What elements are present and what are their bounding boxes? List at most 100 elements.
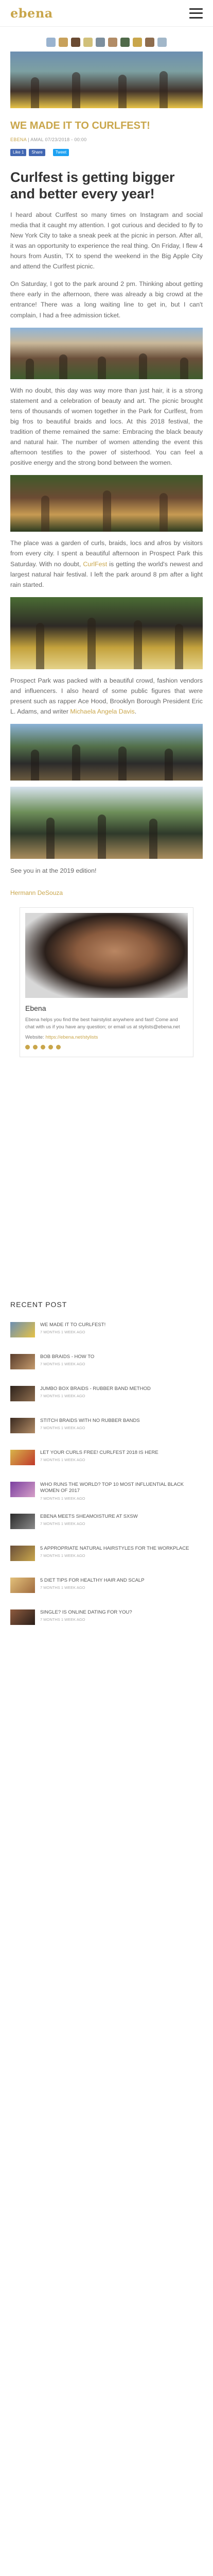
post-date: 7 MONTHS 1 WEEK AGO: [40, 1458, 85, 1463]
post-date: 7 MONTHS 1 WEEK AGO: [40, 1330, 85, 1335]
figure-silhouette: [180, 357, 188, 379]
recent-post-item[interactable]: 5 DIET TIPS FOR HEALTHY HAIR AND SCALP 7 …: [10, 1577, 203, 1599]
figure-silhouette: [31, 750, 39, 781]
post-title[interactable]: EBENA MEETS SHEAMOISTURE AT SXSW: [40, 1514, 138, 1520]
post-thumbnail[interactable]: [10, 1449, 35, 1465]
recent-post-item[interactable]: BOB BRAIDS - HOW TO 7 MONTHS 1 WEEK AGO: [10, 1353, 203, 1376]
site-header: ebena: [0, 0, 213, 27]
curlfest-link[interactable]: CurlFest: [83, 561, 107, 568]
figure-silhouette: [72, 72, 80, 108]
post-date: 7 MONTHS 1 WEEK AGO: [40, 1585, 85, 1590]
author-box: Ebena Ebena helps you find the best hair…: [20, 907, 193, 1057]
article-paragraph: On Saturday, I got to the park around 2 …: [10, 280, 203, 319]
figure-silhouette: [139, 353, 147, 379]
youtube-icon[interactable]: [48, 1044, 53, 1049]
figure-silhouette: [87, 617, 96, 669]
article-paragraph: The place was a garden of curls, braids,…: [10, 538, 203, 589]
social-icons: [25, 1044, 188, 1049]
article-headline: Curlfest is getting bigger and better ev…: [10, 169, 175, 201]
figure-silhouette: [118, 747, 127, 781]
recent-post-item[interactable]: SINGLE? IS ONLINE DATING FOR YOU? 7 MONTH…: [10, 1609, 203, 1631]
figure-silhouette: [46, 818, 55, 859]
author-bio: Ebena helps you find the best hairstylis…: [25, 1016, 180, 1030]
post-title[interactable]: WHO RUNS THE WORLD? TOP 10 MOST INFLUENT…: [40, 1482, 203, 1495]
pinterest-icon[interactable]: [56, 1044, 61, 1049]
recent-post-item[interactable]: WE MADE IT TO CURLFEST! 7 MONTHS 1 WEEK A…: [10, 1321, 203, 1344]
post-thumbnail[interactable]: [10, 1577, 35, 1593]
post-title[interactable]: BOB BRAIDS - HOW TO: [40, 1354, 94, 1361]
post-date: 7 MONTHS 1 WEEK AGO: [40, 1553, 85, 1558]
figure-silhouette: [103, 490, 111, 532]
post-thumbnail[interactable]: [10, 1513, 35, 1529]
article-byline[interactable]: Hermann DeSouza: [10, 888, 203, 898]
post-date: 7 MONTHS 1 WEEK AGO: [40, 1617, 85, 1622]
recent-post-item[interactable]: 5 APPROPRIATE NATURAL HAIRSTYLES FOR THE…: [10, 1545, 203, 1567]
article-paragraph: Prospect Park was packed with a beautifu…: [10, 675, 203, 717]
article-image: [10, 787, 203, 859]
post-thumbnail[interactable]: [10, 1321, 35, 1337]
hamburger-menu-icon[interactable]: [189, 8, 203, 19]
thumbnail[interactable]: [120, 38, 130, 47]
thumbnail[interactable]: [71, 38, 80, 47]
thumbnail[interactable]: [83, 38, 93, 47]
author-name: Ebena: [25, 1004, 46, 1012]
recent-post-item[interactable]: STITCH BRAIDS WITH NO RUBBER BANDS 7 MONT…: [10, 1417, 203, 1439]
site-logo[interactable]: ebena: [10, 4, 53, 23]
recent-post-item[interactable]: WHO RUNS THE WORLD? TOP 10 MOST INFLUENT…: [10, 1481, 203, 1503]
post-title[interactable]: STITCH BRAIDS WITH NO RUBBER BANDS: [40, 1418, 140, 1425]
article-title: WE MADE IT TO CURLFEST!: [10, 120, 150, 131]
post-date: 7 MONTHS 1 WEEK AGO: [40, 1362, 85, 1367]
recent-post-item[interactable]: LET YOUR CURLS FREE! CURLFEST 2018 IS HE…: [10, 1449, 203, 1471]
post-title[interactable]: 5 DIET TIPS FOR HEALTHY HAIR AND SCALP: [40, 1578, 145, 1584]
tweet-button[interactable]: Tweet: [52, 148, 69, 156]
post-title[interactable]: SINGLE? IS ONLINE DATING FOR YOU?: [40, 1609, 132, 1616]
meta-author-link[interactable]: EBENA: [10, 137, 27, 142]
figure-silhouette: [159, 493, 168, 532]
post-thumbnail[interactable]: [10, 1609, 35, 1625]
figure-silhouette: [72, 744, 80, 781]
figure-silhouette: [165, 749, 173, 781]
post-title[interactable]: 5 APPROPRIATE NATURAL HAIRSTYLES FOR THE…: [40, 1546, 189, 1552]
thumbnail[interactable]: [96, 38, 105, 47]
post-title[interactable]: JUMBO BOX BRAIDS - RUBBER BAND METHOD: [40, 1386, 151, 1393]
post-date: 7 MONTHS 1 WEEK AGO: [40, 1521, 85, 1527]
post-title[interactable]: LET YOUR CURLS FREE! CURLFEST 2018 IS HE…: [40, 1450, 158, 1456]
thumbnail[interactable]: [145, 38, 154, 47]
figure-silhouette: [98, 815, 106, 859]
article-image: [10, 724, 203, 781]
post-date: 7 MONTHS 1 WEEK AGO: [40, 1426, 85, 1431]
recent-post-item[interactable]: EBENA MEETS SHEAMOISTURE AT SXSW 7 MONTHS…: [10, 1513, 203, 1535]
paragraph-text: .: [134, 708, 137, 716]
post-thumbnail[interactable]: [10, 1417, 35, 1433]
figure-silhouette: [134, 620, 142, 669]
thumbnail[interactable]: [133, 38, 142, 47]
author-website: Website: https://ebena.net/stylists: [25, 1034, 188, 1042]
article-meta: EBENA | AMAL 07/23/2018 - 00:00: [10, 137, 87, 142]
recent-post-item[interactable]: JUMBO BOX BRAIDS - RUBBER BAND METHOD 7 M…: [10, 1385, 203, 1408]
post-thumbnail[interactable]: [10, 1353, 35, 1369]
thumbnail[interactable]: [157, 38, 167, 47]
facebook-share-button[interactable]: Share: [29, 148, 45, 156]
author-website-link[interactable]: https://ebena.net/stylists: [45, 1035, 98, 1040]
share-buttons: Like 1 Share Tweet: [10, 148, 203, 156]
facebook-like-button[interactable]: Like 1: [10, 148, 27, 156]
instagram-icon[interactable]: [33, 1044, 38, 1049]
figure-silhouette: [118, 75, 127, 108]
article-signoff: See you in at the 2019 edition!: [10, 867, 97, 875]
twitter-icon[interactable]: [41, 1044, 45, 1049]
michaela-angela-davis-link[interactable]: Michaela Angela Davis: [70, 708, 134, 715]
figure-silhouette: [26, 358, 34, 379]
thumbnail[interactable]: [46, 38, 56, 47]
post-thumbnail[interactable]: [10, 1481, 35, 1497]
thumbnail[interactable]: [108, 38, 117, 47]
post-thumbnail[interactable]: [10, 1545, 35, 1561]
post-title[interactable]: WE MADE IT TO CURLFEST!: [40, 1322, 105, 1329]
post-date: 7 MONTHS 1 WEEK AGO: [40, 1496, 85, 1501]
figure-silhouette: [175, 623, 183, 669]
article-image: [10, 327, 203, 379]
post-thumbnail[interactable]: [10, 1385, 35, 1401]
figure-silhouette: [98, 356, 106, 379]
thumbnail[interactable]: [59, 38, 68, 47]
facebook-icon[interactable]: [25, 1044, 30, 1049]
article-image: [10, 475, 203, 532]
